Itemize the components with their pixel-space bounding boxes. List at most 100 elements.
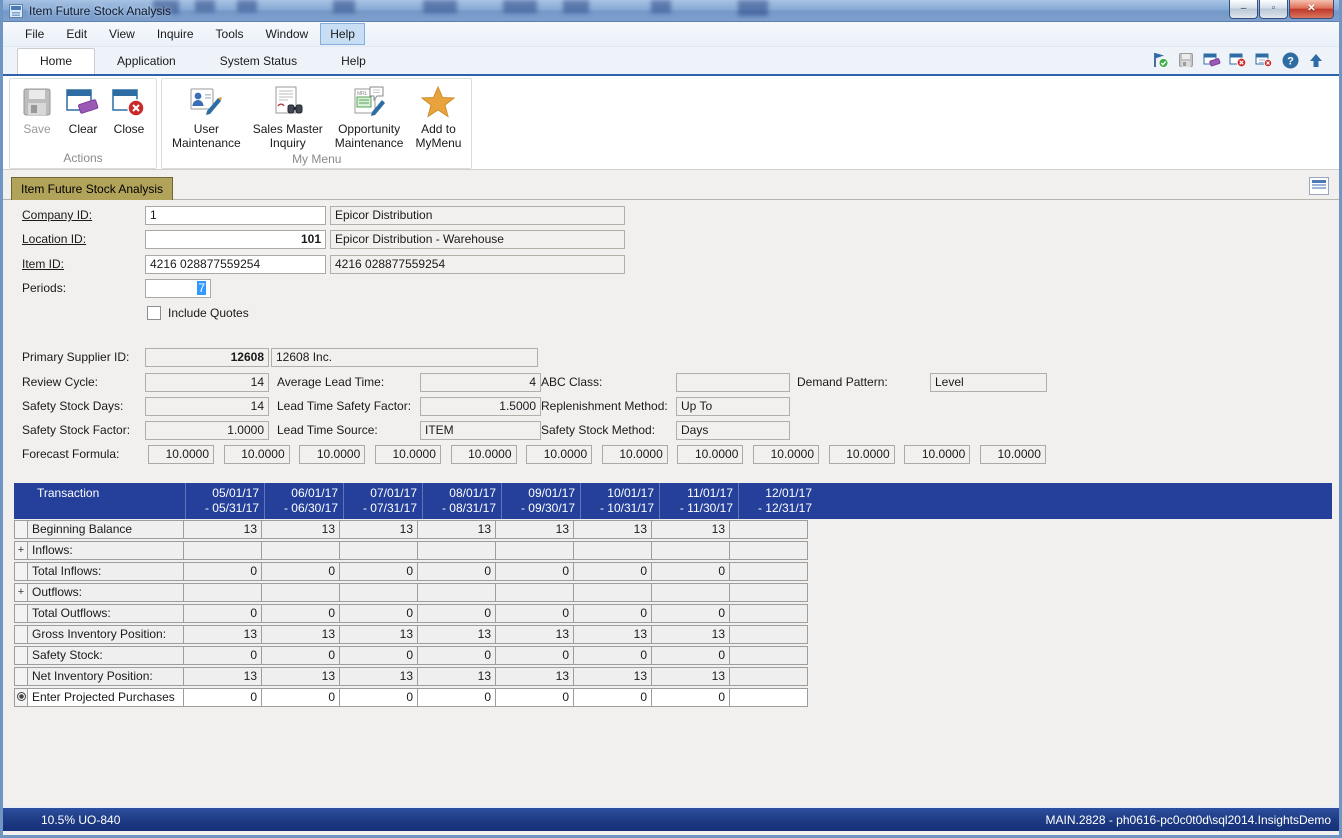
company-name-field: Epicor Distribution [330,206,625,225]
grid-cell [651,541,730,560]
row-selector-cell [14,562,28,581]
close-button[interactable]: ✕ [1289,0,1334,19]
collapse-ribbon-icon[interactable] [1307,51,1325,69]
menu-item-view[interactable]: View [99,23,145,45]
grid-header-period-1: 05/01/17- 05/31/17 [185,483,264,519]
item-id-input[interactable]: 4216 028877559254 [145,255,326,274]
grid-cell: 0 [183,604,262,623]
menu-item-tools[interactable]: Tools [206,23,254,45]
ribbon: SaveClearCloseActionsUser MaintenanceSal… [3,76,1339,170]
average-lead-time-label: Average Lead Time: [277,373,384,392]
grid-cell [573,541,652,560]
flag-check-icon[interactable] [1151,51,1169,69]
expand-icon[interactable]: + [14,541,28,560]
replenishment-method-label: Replenishment Method: [541,397,668,416]
menu-item-file[interactable]: File [15,23,54,45]
tab-home[interactable]: Home [17,48,95,74]
abc-class-field [676,373,790,392]
opportunity-icon: MRL [352,85,386,119]
user-maintenance-button[interactable]: User Maintenance [166,82,247,150]
grid-cell: 0 [339,646,418,665]
grid-cell [729,667,808,686]
forecast-field-1: 10.0000 [148,445,214,464]
grid-header: Transaction05/01/17- 05/31/1706/01/17- 0… [14,483,1332,519]
item-id-label[interactable]: Item ID: [22,255,64,274]
include-quotes-checkbox[interactable] [147,306,161,320]
status-right-text: MAIN.2828 - ph0616-pc0c0t0d\sql2014.Insi… [1045,813,1331,827]
tab-application[interactable]: Application [95,49,198,74]
opportunity-maintenance-button[interactable]: MRLOpportunity Maintenance [329,82,410,150]
menu-item-edit[interactable]: Edit [56,23,97,45]
grid-cell[interactable]: 0 [183,688,262,707]
grid-cell: 13 [573,667,652,686]
close-small-icon[interactable] [1229,51,1247,69]
primary-supplier-name-field: 12608 Inc. [271,348,538,367]
minimize-button[interactable]: – [1229,0,1258,19]
svg-text:?: ? [1287,55,1294,67]
location-id-label[interactable]: Location ID: [22,230,86,249]
forecast-field-5: 10.0000 [451,445,517,464]
grid-cell[interactable]: 0 [495,688,574,707]
grid-cell: 0 [261,646,340,665]
close-button[interactable]: Close [106,82,152,149]
grid-cell[interactable]: 0 [417,688,496,707]
grid-row-label: Safety Stock: [27,646,184,665]
forecast-field-8: 10.0000 [677,445,743,464]
svg-text:MRL: MRL [357,91,368,97]
grid-header-period-3: 07/01/17- 07/31/17 [343,483,422,519]
company-id-label[interactable]: Company ID: [22,206,92,225]
close-all-icon[interactable] [1255,51,1273,69]
grid-cell[interactable] [729,688,808,707]
grid-cell: 13 [417,520,496,539]
ribbon-group-label: Actions [10,149,156,168]
location-id-input[interactable]: 101 [145,230,326,249]
grid-cell: 13 [495,520,574,539]
ribbon-tab-strip: HomeApplicationSystem StatusHelp ? [3,47,1339,74]
menu-item-inquire[interactable]: Inquire [147,23,204,45]
clear-button[interactable]: Clear [60,82,106,149]
grid-row-total-inflows: Total Inflows:0000000 [14,562,808,581]
grid-cell: 0 [183,646,262,665]
grid-row-label: Enter Projected Purchases [27,688,184,707]
clear-small-icon[interactable] [1203,51,1221,69]
grid-row-label: Beginning Balance [27,520,184,539]
clear-large-icon [66,85,100,119]
help-icon[interactable]: ? [1281,51,1299,69]
tab-help[interactable]: Help [319,49,388,74]
maximize-button[interactable]: ▫ [1259,0,1288,19]
grid-cell: 13 [573,520,652,539]
grid-header-period-2: 06/01/17- 06/30/17 [264,483,343,519]
primary-supplier-input: 12608 [145,348,269,367]
form-view-icon[interactable] [1309,177,1329,195]
grid-row-label: Net Inventory Position: [27,667,184,686]
grid-row-safety-stock: Safety Stock:0000000 [14,646,808,665]
menu-bar: FileEditViewInquireToolsWindowHelp [3,22,1339,47]
expand-icon[interactable]: + [14,583,28,602]
grid-row-label: Total Outflows: [27,604,184,623]
grid-cell[interactable]: 0 [651,688,730,707]
grid-cell: 0 [417,646,496,665]
grid-cell: 13 [495,667,574,686]
grid-cell [495,583,574,602]
document-tab[interactable]: Item Future Stock Analysis [11,177,173,200]
grid-cell: 13 [261,520,340,539]
grid-cell: 13 [417,667,496,686]
grid-cell: 0 [339,562,418,581]
grid-cell [573,583,652,602]
forecast-field-6: 10.0000 [526,445,592,464]
grid-cell[interactable]: 0 [339,688,418,707]
grid-cell [729,604,808,623]
grid-cell[interactable]: 0 [261,688,340,707]
grid-cell[interactable]: 0 [573,688,652,707]
menu-item-window[interactable]: Window [256,23,319,45]
add-to-mymenu-button[interactable]: Add to MyMenu [409,82,467,150]
demand-pattern-label: Demand Pattern: [797,373,888,392]
sales-master-inquiry-button[interactable]: Sales Master Inquiry [247,82,329,150]
menu-item-help[interactable]: Help [320,23,365,45]
periods-input[interactable]: 7 [145,279,211,298]
forecast-formula-label: Forecast Formula: [22,445,119,464]
company-id-input[interactable]: 1 [145,206,326,225]
grid-row-label: Gross Inventory Position: [27,625,184,644]
tab-system-status[interactable]: System Status [198,49,319,74]
app-window: Item Future Stock Analysis – ▫ ✕ FileEdi… [0,0,1342,838]
